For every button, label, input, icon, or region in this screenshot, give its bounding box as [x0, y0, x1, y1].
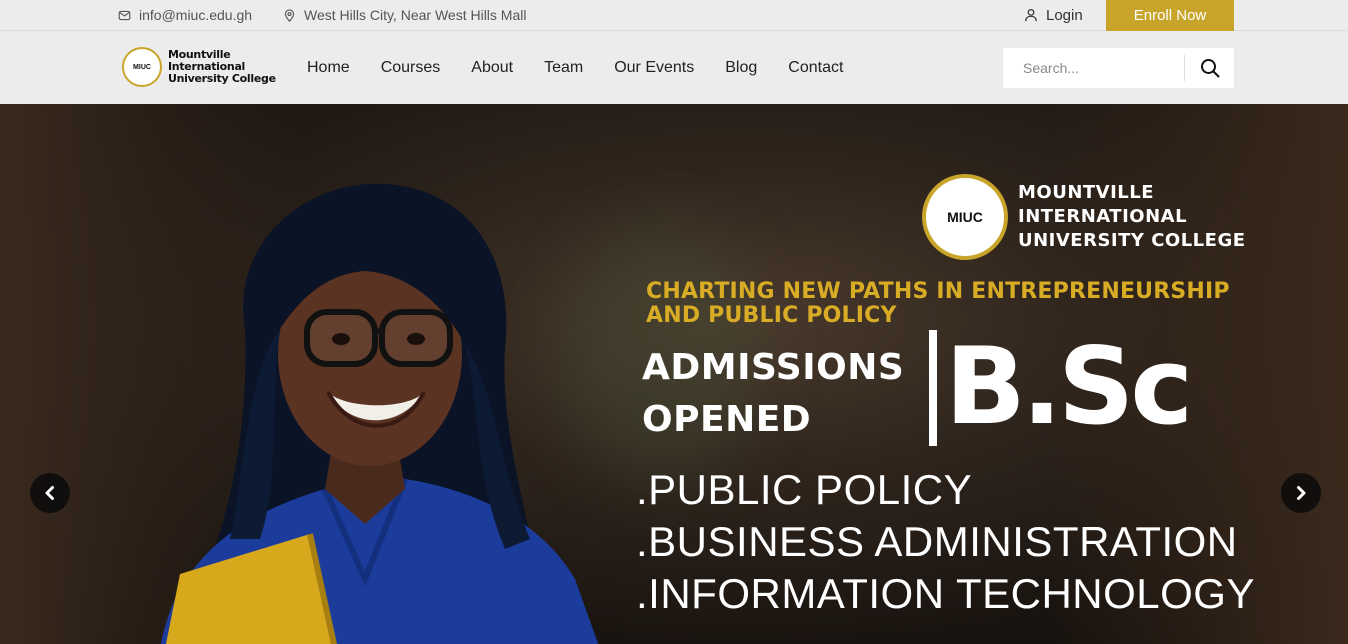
- admissions-heading: ADMISSIONS OPENED: [642, 342, 904, 446]
- search-button[interactable]: [1185, 48, 1234, 88]
- slide-brand-line-3: UNIVERSITY COLLEGE: [1018, 230, 1246, 251]
- admissions-line-2: OPENED: [642, 399, 812, 440]
- degree-heading: B.Sc: [945, 325, 1193, 448]
- search-input[interactable]: [1003, 48, 1184, 88]
- slide-brand-name: MOUNTVILLE INTERNATIONAL UNIVERSITY COLL…: [1018, 181, 1246, 253]
- admissions-line-1: ADMISSIONS: [642, 347, 905, 388]
- program-list: .PUBLIC POLICY .BUSINESS ADMINISTRATION …: [636, 464, 1255, 620]
- slider-next-button[interactable]: [1281, 473, 1321, 513]
- nav-courses[interactable]: Courses: [381, 59, 441, 77]
- slide-brand-line-2: INTERNATIONAL: [1018, 206, 1188, 227]
- nav-about[interactable]: About: [471, 59, 513, 77]
- search-box: [1003, 48, 1234, 88]
- nav-contact[interactable]: Contact: [788, 59, 843, 77]
- slide-brand-line-1: MOUNTVILLE: [1018, 182, 1155, 203]
- chevron-right-icon: [1297, 486, 1306, 500]
- student-photo: [161, 183, 599, 644]
- login-label: Login: [1046, 6, 1083, 24]
- slide-brand-seal-text: MIUC: [947, 209, 983, 225]
- enroll-now-button[interactable]: Enroll Now: [1106, 0, 1234, 31]
- program-item: .BUSINESS ADMINISTRATION: [636, 518, 1238, 565]
- nav-blog[interactable]: Blog: [725, 59, 757, 77]
- email-text: info@miuc.edu.gh: [139, 7, 253, 23]
- slide-brand: MIUC MOUNTVILLE INTERNATIONAL UNIVERSITY…: [922, 174, 1246, 260]
- slider-prev-button[interactable]: [30, 473, 70, 513]
- program-item: .INFORMATION TECHNOLOGY: [636, 570, 1255, 617]
- logo-wordmark: Mountville International University Coll…: [168, 49, 276, 85]
- hero-slider: MIUC MOUNTVILLE INTERNATIONAL UNIVERSITY…: [0, 104, 1348, 644]
- address-text: West Hills City, Near West Hills Mall: [304, 7, 527, 23]
- top-bar: info@miuc.edu.gh West Hills City, Near W…: [0, 0, 1348, 31]
- logo-seal: MIUC: [122, 47, 162, 87]
- nav-team[interactable]: Team: [544, 59, 583, 77]
- logo-line-3: University College: [168, 72, 276, 85]
- slide-tagline-line-1: CHARTING NEW PATHS IN ENTREPRENEURSHIP: [646, 280, 1230, 304]
- user-icon: [1025, 8, 1037, 22]
- site-logo[interactable]: MIUC Mountville International University…: [122, 47, 276, 87]
- logo-seal-text: MIUC: [133, 63, 151, 71]
- primary-menu: Home Courses About Team Our Events Blog …: [307, 31, 874, 104]
- program-item: .PUBLIC POLICY: [636, 466, 973, 513]
- map-pin-icon: [284, 8, 295, 22]
- envelope-icon: [118, 10, 131, 20]
- main-navbar: MIUC Mountville International University…: [0, 31, 1348, 104]
- slide-tagline: CHARTING NEW PATHS IN ENTREPRENEURSHIP A…: [646, 280, 1230, 328]
- slide-brand-seal: MIUC: [922, 174, 1008, 260]
- chevron-left-icon: [45, 486, 54, 500]
- heading-divider: [929, 330, 937, 446]
- login-link[interactable]: Login: [1024, 0, 1083, 30]
- nav-home[interactable]: Home: [307, 59, 350, 77]
- email-contact[interactable]: info@miuc.edu.gh: [118, 0, 252, 30]
- search-icon: [1200, 59, 1219, 78]
- address-contact: West Hills City, Near West Hills Mall: [283, 0, 526, 30]
- nav-our-events[interactable]: Our Events: [614, 59, 694, 77]
